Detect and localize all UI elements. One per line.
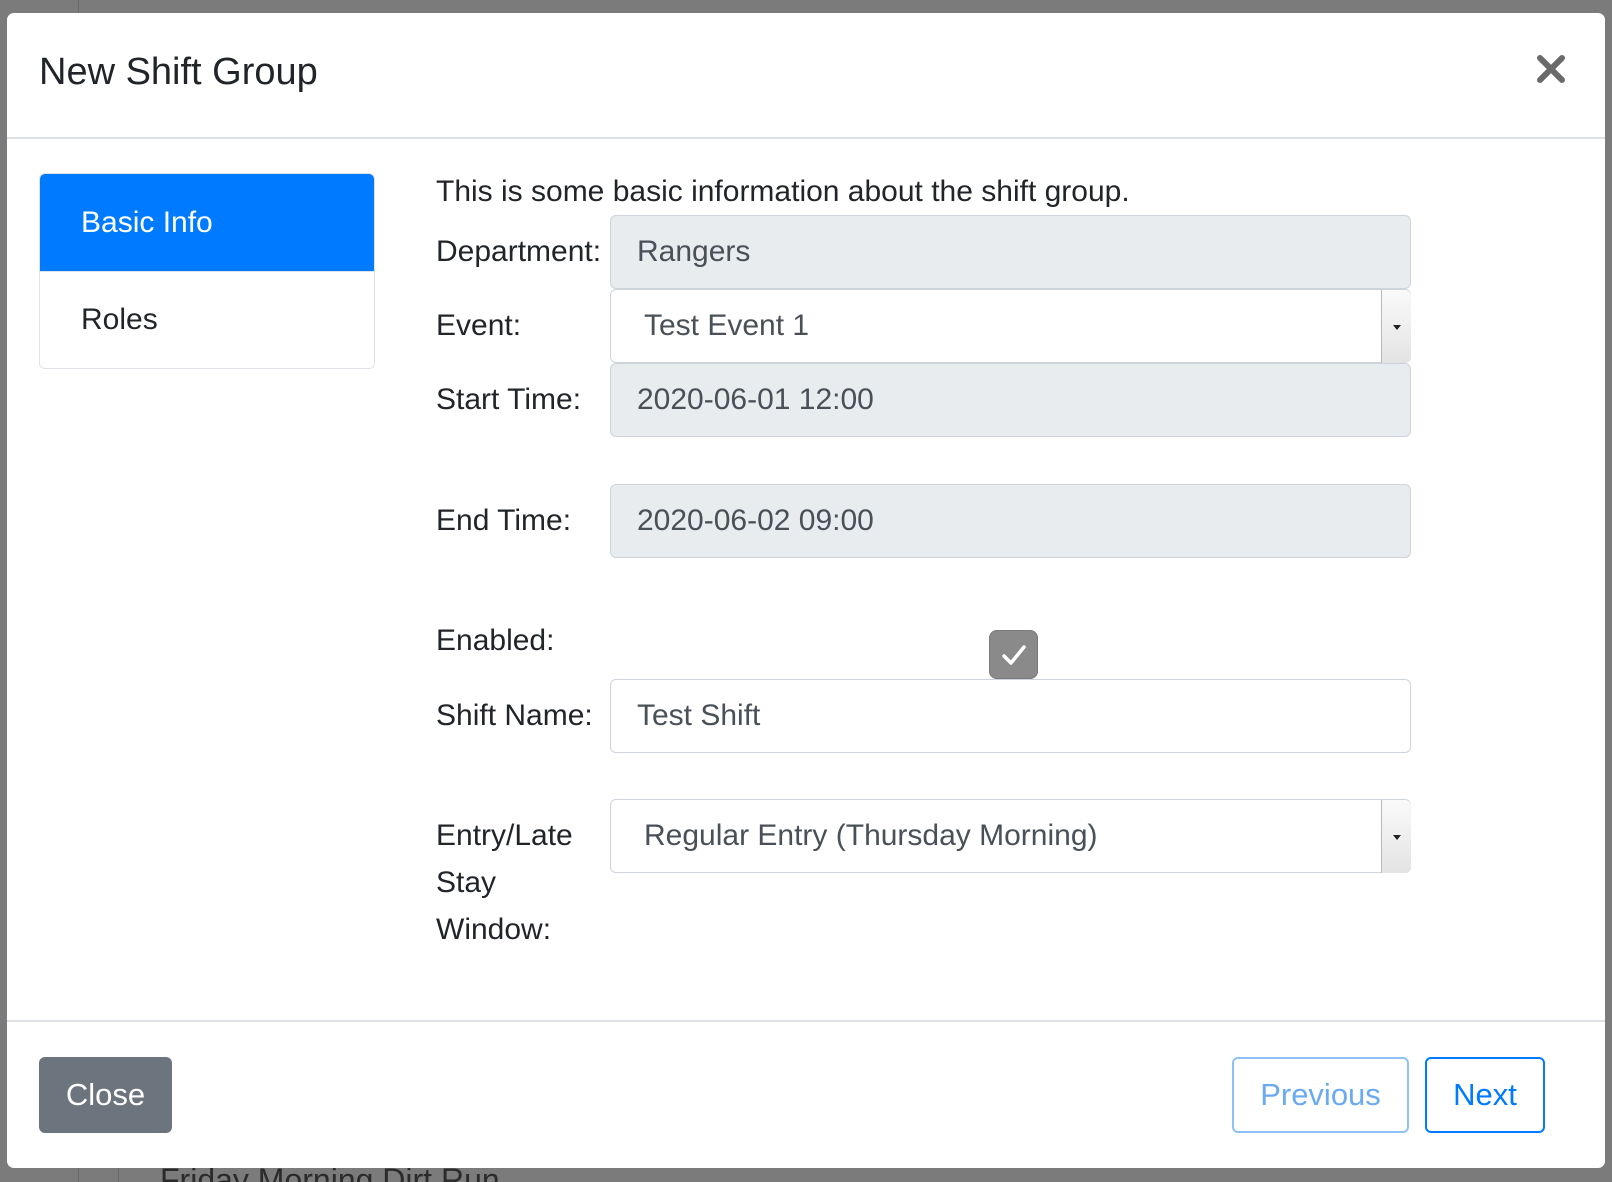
previous-button[interactable]: Previous [1232, 1057, 1409, 1133]
wizard-nav: Basic Info Roles [39, 173, 375, 369]
close-button[interactable]: Close [39, 1057, 172, 1133]
start-time-field: 2020-06-01 12:00 [610, 363, 1411, 437]
department-value: Rangers [637, 235, 751, 268]
modal-title: New Shift Group [39, 51, 318, 93]
shift-name-input[interactable]: Test Shift [610, 679, 1411, 753]
modal-header: New Shift Group [7, 13, 1605, 139]
end-time-label: End Time: [436, 504, 572, 537]
nav-item-basic-info[interactable]: Basic Info [40, 174, 374, 271]
close-icon[interactable] [1531, 49, 1571, 89]
department-label: Department: [436, 235, 602, 268]
enabled-checkbox[interactable] [989, 630, 1038, 679]
new-shift-group-modal: New Shift Group Basic Info Roles This is… [7, 13, 1605, 1168]
enabled-label: Enabled: [436, 624, 555, 657]
event-value: Test Event 1 [644, 309, 810, 342]
end-time-field: 2020-06-02 09:00 [610, 484, 1411, 558]
shift-name-label: Shift Name: [436, 699, 593, 732]
start-time-value: 2020-06-01 12:00 [637, 383, 874, 416]
intro-text: This is some basic information about the… [436, 175, 1130, 208]
start-time-label: Start Time: [436, 383, 582, 416]
department-field: Rangers [610, 215, 1411, 289]
end-time-value: 2020-06-02 09:00 [637, 504, 874, 537]
nav-item-label: Roles [81, 303, 158, 336]
nav-item-label: Basic Info [81, 205, 213, 239]
entry-window-label: Entry/Late Stay Window: [436, 819, 573, 946]
entry-window-select[interactable]: Regular Entry (Thursday Morning) [610, 799, 1411, 873]
shift-name-value: Test Shift [637, 699, 761, 732]
modal-footer: Close Previous Next [7, 1020, 1605, 1168]
event-select[interactable]: Test Event 1 [610, 289, 1411, 363]
chevron-down-icon[interactable] [1381, 290, 1411, 363]
event-label: Event: [436, 309, 522, 342]
entry-window-value: Regular Entry (Thursday Morning) [644, 819, 1098, 852]
nav-item-roles[interactable]: Roles [40, 271, 374, 368]
chevron-down-icon[interactable] [1381, 800, 1411, 873]
next-button[interactable]: Next [1425, 1057, 1545, 1133]
checkmark-icon [1001, 644, 1026, 665]
